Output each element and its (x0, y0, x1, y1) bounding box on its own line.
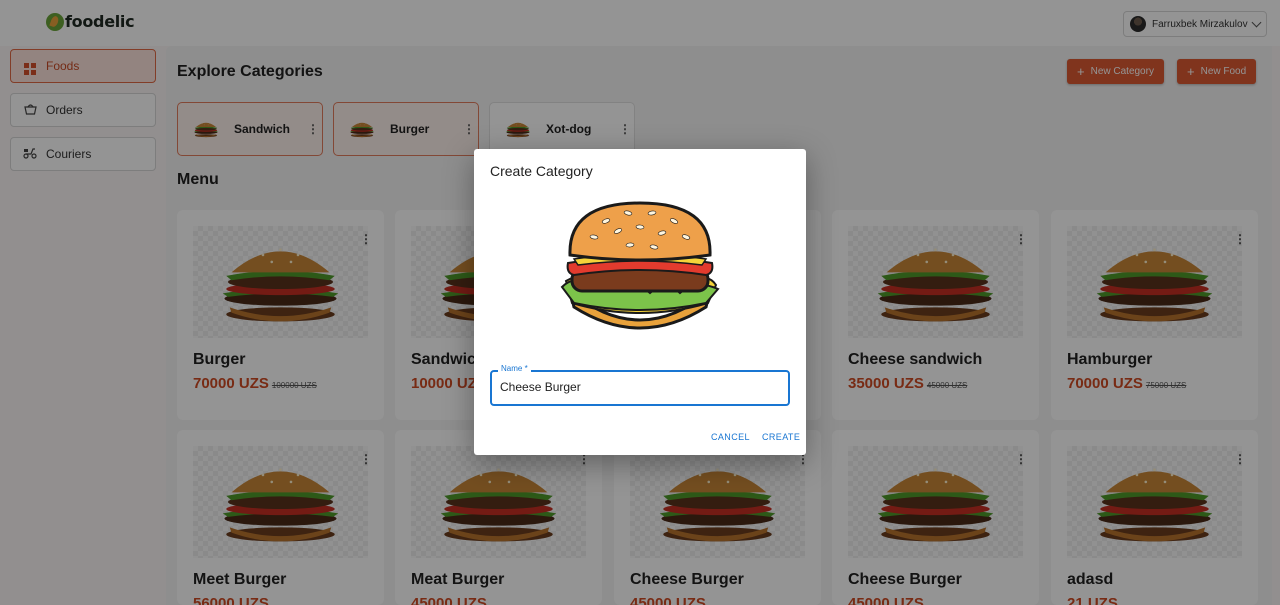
dialog-title: Create Category (490, 163, 593, 179)
cancel-button[interactable]: CANCEL (711, 432, 750, 442)
create-category-dialog: Create Category Name * Cheese Burger CAN… (474, 149, 806, 455)
name-field-label: Name * (498, 364, 531, 373)
create-button[interactable]: CREATE (762, 432, 800, 442)
category-name-input[interactable] (500, 380, 770, 394)
category-image-preview[interactable] (556, 199, 724, 349)
category-name-field[interactable]: Name * (490, 364, 790, 406)
